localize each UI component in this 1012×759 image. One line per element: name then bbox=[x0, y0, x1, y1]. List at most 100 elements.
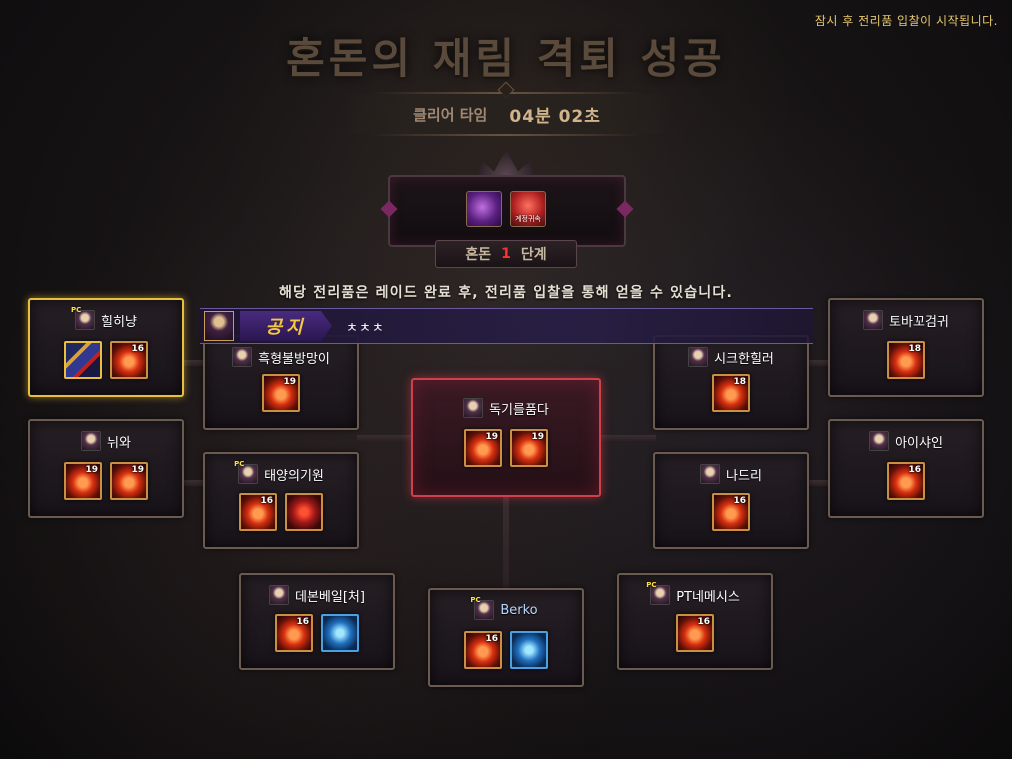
item-level: 19 bbox=[85, 465, 98, 475]
item-level: 18 bbox=[908, 344, 921, 354]
clear-time-value: 04분 02초 bbox=[509, 106, 601, 127]
player-card[interactable]: 나드리 16 bbox=[653, 452, 809, 549]
red-box-icon[interactable]: 계정귀속 bbox=[510, 191, 546, 227]
loot-items: 16 bbox=[205, 493, 357, 531]
player-name: 토바꼬검귀 bbox=[889, 314, 949, 330]
connector bbox=[357, 435, 413, 441]
player-name: 힐히냥 bbox=[101, 314, 137, 330]
player-head: 흑형불방망이 bbox=[205, 347, 357, 367]
fire-orb-item-icon[interactable]: 19 bbox=[110, 462, 148, 500]
item-level: 19 bbox=[283, 377, 296, 387]
loot-items: 19 19 bbox=[30, 462, 182, 500]
fire-orb-item-icon[interactable]: 19 bbox=[262, 374, 300, 412]
fire-orb-item-icon[interactable]: 16 bbox=[110, 341, 148, 379]
player-head: PC Berko bbox=[430, 596, 582, 620]
notice-tag: 공지 bbox=[240, 311, 332, 341]
player-card[interactable]: 데본베일[처] 16 bbox=[239, 573, 395, 670]
item-level: 16 bbox=[485, 634, 498, 644]
loot-items: 18 bbox=[655, 374, 807, 412]
player-head: PC PT네메시스 bbox=[619, 581, 771, 605]
player-name: 시크한힐러 bbox=[714, 351, 774, 367]
player-name: 흑형불방망이 bbox=[258, 351, 330, 367]
loot-items: 16 bbox=[619, 614, 771, 652]
loot-items: 19 bbox=[205, 374, 357, 412]
player-head: 시크한힐러 bbox=[655, 347, 807, 367]
player-name: 데본베일[처] bbox=[295, 589, 365, 605]
player-name: 독기를품다 bbox=[489, 402, 549, 418]
player-head: 토바꼬검귀 bbox=[830, 310, 982, 330]
notice-bar: 공지 ㅊㅊㅊ bbox=[200, 308, 813, 344]
player-name: 태양의기원 bbox=[264, 468, 324, 484]
pc-badge: PC bbox=[470, 596, 481, 604]
clear-time-label: 클리어 타임 bbox=[413, 105, 488, 124]
player-head: 뉘와 bbox=[30, 431, 182, 451]
player-card[interactable]: 뉘와 19 19 bbox=[28, 419, 184, 518]
connector bbox=[183, 480, 205, 486]
fire-orb-item-icon[interactable]: 16 bbox=[239, 493, 277, 531]
loot-items: 16 bbox=[430, 631, 582, 669]
item-level: 16 bbox=[733, 496, 746, 506]
avatar bbox=[700, 464, 721, 484]
avatar bbox=[869, 431, 890, 451]
connector bbox=[807, 480, 829, 486]
pc-badge: PC bbox=[71, 306, 82, 314]
avatar bbox=[232, 347, 253, 367]
loot-items: 16 bbox=[241, 614, 393, 652]
player-card[interactable]: PC 태양의기원 16 bbox=[203, 452, 359, 549]
fire-orb-item-icon[interactable]: 16 bbox=[712, 493, 750, 531]
fire-orb-item-icon[interactable]: 16 bbox=[275, 614, 313, 652]
item-level: 16 bbox=[908, 465, 921, 475]
stage-mode: 혼돈 bbox=[465, 247, 492, 263]
fire-orb-item-icon[interactable]: 19 bbox=[510, 429, 548, 467]
fire-orb-item-icon[interactable]: 19 bbox=[464, 429, 502, 467]
avatar bbox=[688, 347, 709, 367]
weapon-item-icon[interactable] bbox=[64, 341, 102, 379]
purple-rune-icon[interactable] bbox=[466, 191, 502, 227]
connector bbox=[183, 360, 205, 366]
player-name: PT네메시스 bbox=[676, 589, 740, 605]
avatar bbox=[81, 431, 102, 451]
notice-avatar bbox=[204, 311, 234, 341]
player-name: 나드리 bbox=[726, 468, 762, 484]
fire-orb-item-icon[interactable]: 19 bbox=[64, 462, 102, 500]
avatar bbox=[269, 585, 290, 605]
blue-crystal-item-icon[interactable] bbox=[510, 631, 548, 669]
clear-time-bar: 클리어 타임 04분 02초 bbox=[342, 94, 672, 134]
player-name: Berko bbox=[500, 602, 538, 618]
player-card[interactable]: 토바꼬검귀 18 bbox=[828, 298, 984, 397]
player-name: 뉘와 bbox=[107, 435, 131, 451]
player-card[interactable]: PC Berko 16 bbox=[428, 588, 584, 687]
loot-items: 16 bbox=[30, 341, 182, 379]
result-title: 혼돈의 재림 격퇴 성공 bbox=[286, 34, 726, 83]
demon-mask-item-icon[interactable] bbox=[285, 493, 323, 531]
fire-orb-item-icon[interactable]: 18 bbox=[887, 341, 925, 379]
player-card[interactable]: PC 힐히냥 16 bbox=[28, 298, 184, 397]
player-card[interactable]: 시크한힐러 18 bbox=[653, 335, 809, 430]
ornament-line-bottom bbox=[370, 134, 642, 136]
stage-plate: 혼돈 1 단계 bbox=[435, 240, 577, 268]
stage-number: 1 bbox=[501, 246, 511, 262]
item-level: 16 bbox=[296, 617, 309, 627]
notice-text: ㅊㅊㅊ bbox=[346, 320, 385, 336]
loot-items: 19 19 bbox=[413, 429, 599, 467]
player-card-mvp[interactable]: 독기를품다 19 19 bbox=[411, 378, 601, 497]
player-head: 나드리 bbox=[655, 464, 807, 484]
player-name: 아이샤인 bbox=[895, 435, 943, 451]
player-card[interactable]: PC PT네메시스 16 bbox=[617, 573, 773, 670]
avatar: PC bbox=[470, 596, 495, 620]
item-level: 19 bbox=[131, 465, 144, 475]
player-head: 아이샤인 bbox=[830, 431, 982, 451]
blue-crystal-item-icon[interactable] bbox=[321, 614, 359, 652]
player-card[interactable]: 흑형불방망이 19 bbox=[203, 335, 359, 430]
loot-items: 18 bbox=[830, 341, 982, 379]
fire-orb-item-icon[interactable]: 18 bbox=[712, 374, 750, 412]
avatar: PC bbox=[71, 306, 96, 330]
pc-badge: PC bbox=[646, 581, 657, 589]
fire-orb-item-icon[interactable]: 16 bbox=[887, 462, 925, 500]
stage-unit: 단계 bbox=[520, 247, 547, 263]
loot-items: 16 bbox=[830, 462, 982, 500]
player-head: PC 태양의기원 bbox=[205, 460, 357, 484]
fire-orb-item-icon[interactable]: 16 bbox=[464, 631, 502, 669]
fire-orb-item-icon[interactable]: 16 bbox=[676, 614, 714, 652]
player-card[interactable]: 아이샤인 16 bbox=[828, 419, 984, 518]
